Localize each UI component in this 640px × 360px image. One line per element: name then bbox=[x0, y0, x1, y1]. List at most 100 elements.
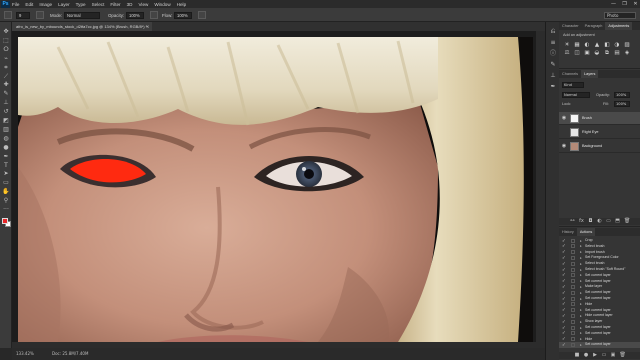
hand-tool[interactable]: ✋ bbox=[2, 188, 10, 195]
adjustment-icon-8[interactable]: ⚖ bbox=[563, 50, 571, 57]
menu-image[interactable]: Image bbox=[39, 2, 52, 7]
check-icon[interactable]: ✓ bbox=[562, 337, 567, 342]
tab-actions[interactable]: Actions bbox=[576, 228, 596, 236]
vertical-scrollbar[interactable] bbox=[536, 31, 545, 342]
airbrush-icon[interactable] bbox=[198, 11, 206, 19]
tab-adjustments[interactable]: Adjustments bbox=[605, 22, 633, 30]
check-icon[interactable]: ✓ bbox=[562, 250, 567, 255]
dialog-toggle-icon[interactable] bbox=[571, 325, 575, 330]
layers-footer-icon-6[interactable]: ⬒ bbox=[615, 219, 620, 224]
expand-arrow-icon[interactable]: ▸ bbox=[580, 308, 582, 313]
dialog-toggle-icon[interactable] bbox=[571, 273, 575, 278]
brush-panel-toggle-icon[interactable] bbox=[36, 11, 44, 19]
flow-field[interactable]: 100% bbox=[174, 11, 192, 19]
clone-panel-icon[interactable]: ⊥ bbox=[549, 72, 557, 79]
check-icon[interactable]: ✓ bbox=[562, 343, 567, 348]
actions-footer-icon-4[interactable]: ▭ bbox=[602, 353, 607, 358]
actions-footer-icon-1[interactable]: ■ bbox=[575, 353, 580, 358]
expand-arrow-icon[interactable]: ▸ bbox=[580, 320, 582, 325]
lasso-tool[interactable]: ⵔ bbox=[2, 46, 10, 53]
adjustment-icon-1[interactable]: ☀ bbox=[563, 42, 571, 49]
expand-arrow-icon[interactable]: ▸ bbox=[580, 250, 582, 255]
eye-icon[interactable] bbox=[561, 129, 567, 135]
layers-footer-icon-4[interactable]: ◐ bbox=[597, 219, 602, 224]
layer-row[interactable]: Right Eye bbox=[559, 126, 640, 139]
expand-arrow-icon[interactable]: ▸ bbox=[580, 337, 582, 342]
expand-arrow-icon[interactable]: ▸ bbox=[580, 244, 582, 249]
menu-3d[interactable]: 3D bbox=[127, 2, 133, 7]
minimize-button[interactable]: — bbox=[611, 1, 616, 7]
workspace-select[interactable]: Photo bbox=[604, 11, 636, 19]
clone-stamp-tool[interactable]: ⊥ bbox=[2, 99, 10, 106]
photo-canvas[interactable] bbox=[18, 37, 533, 342]
check-icon[interactable]: ✓ bbox=[562, 314, 567, 319]
document-info[interactable]: Doc: 25.8M/7.40M bbox=[52, 351, 88, 356]
history-panel-icon[interactable]: ⎌ bbox=[549, 28, 557, 35]
layer-kind-filter[interactable]: Kind bbox=[562, 82, 584, 88]
actions-footer-icon-3[interactable]: ▶ bbox=[593, 353, 598, 358]
adjustment-icon-11[interactable]: ◒ bbox=[593, 50, 601, 57]
zoom-tool[interactable]: ⚲ bbox=[2, 197, 10, 204]
check-icon[interactable]: ✓ bbox=[562, 268, 567, 273]
expand-arrow-icon[interactable]: ▸ bbox=[580, 331, 582, 336]
dialog-toggle-icon[interactable] bbox=[571, 267, 575, 272]
check-icon[interactable]: ✓ bbox=[562, 256, 567, 261]
paths-panel-icon[interactable]: ✒ bbox=[549, 83, 557, 90]
dialog-toggle-icon[interactable] bbox=[571, 290, 575, 295]
rectangle-tool[interactable]: ▭ bbox=[2, 179, 10, 186]
properties-panel-icon[interactable]: ≡ bbox=[549, 39, 557, 46]
tab-layers[interactable]: Layers bbox=[581, 70, 599, 78]
marquee-tool[interactable]: ⬚ bbox=[2, 37, 10, 44]
adjustment-icon-4[interactable]: ▲ bbox=[593, 42, 601, 49]
move-tool[interactable]: ✥ bbox=[2, 28, 10, 35]
adjustment-icon-13[interactable]: ▤ bbox=[613, 50, 621, 57]
layers-footer-icon-3[interactable]: ◘ bbox=[588, 219, 593, 224]
brush-panel-icon[interactable]: ✎ bbox=[549, 61, 557, 68]
menu-filter[interactable]: Filter bbox=[110, 2, 120, 7]
check-icon[interactable]: ✓ bbox=[562, 297, 567, 302]
adjustment-icon-2[interactable]: ▦ bbox=[573, 42, 581, 49]
tab-character[interactable]: Character bbox=[559, 22, 582, 30]
layers-footer-icon-1[interactable]: ⚯ bbox=[570, 219, 575, 224]
menu-edit[interactable]: Edit bbox=[25, 2, 33, 7]
dialog-toggle-icon[interactable] bbox=[571, 296, 575, 301]
crop-tool[interactable]: ⌗ bbox=[2, 64, 10, 71]
check-icon[interactable]: ✓ bbox=[562, 326, 567, 331]
expand-arrow-icon[interactable]: ▸ bbox=[580, 343, 582, 348]
fill-field[interactable]: 100% bbox=[614, 101, 630, 107]
action-item[interactable]: ✓ ▸ Set current layer bbox=[559, 342, 640, 349]
adjustment-icon-9[interactable]: ◫ bbox=[573, 50, 581, 57]
check-icon[interactable]: ✓ bbox=[562, 273, 567, 278]
mode-select[interactable]: Normal bbox=[64, 11, 100, 19]
expand-arrow-icon[interactable]: ▸ bbox=[580, 239, 582, 244]
dialog-toggle-icon[interactable] bbox=[571, 313, 575, 318]
expand-arrow-icon[interactable]: ▸ bbox=[580, 302, 582, 307]
dialog-toggle-icon[interactable] bbox=[571, 279, 575, 284]
expand-arrow-icon[interactable]: ▸ bbox=[580, 279, 582, 284]
healing-brush-tool[interactable]: ✚ bbox=[2, 81, 10, 88]
dialog-toggle-icon[interactable] bbox=[571, 261, 575, 266]
expand-arrow-icon[interactable]: ▸ bbox=[580, 285, 582, 290]
actions-footer-icon-6[interactable]: 🗑 bbox=[620, 353, 626, 358]
layers-footer-icon-7[interactable]: 🗑 bbox=[624, 219, 630, 224]
layers-footer-icon-5[interactable]: ▭ bbox=[606, 219, 611, 224]
check-icon[interactable]: ✓ bbox=[562, 331, 567, 336]
layer-row[interactable]: ◉ Background bbox=[559, 140, 640, 153]
pen-tool[interactable]: ✒ bbox=[2, 153, 10, 160]
dialog-toggle-icon[interactable] bbox=[571, 302, 575, 307]
expand-arrow-icon[interactable]: ▸ bbox=[580, 268, 582, 273]
dialog-toggle-icon[interactable] bbox=[571, 308, 575, 313]
canvas-area[interactable] bbox=[12, 31, 536, 342]
eye-icon[interactable]: ◉ bbox=[561, 143, 567, 149]
tab-history[interactable]: History bbox=[559, 228, 577, 236]
tab-channels[interactable]: Channels bbox=[559, 70, 581, 78]
more-tools[interactable]: ··· bbox=[2, 206, 10, 213]
adjustment-icon-10[interactable]: ▣ bbox=[583, 50, 591, 57]
tab-paragraph[interactable]: Paragraph bbox=[582, 22, 606, 30]
menu-file[interactable]: File bbox=[12, 2, 19, 7]
check-icon[interactable]: ✓ bbox=[562, 308, 567, 313]
menu-layer[interactable]: Layer bbox=[58, 2, 70, 7]
expand-arrow-icon[interactable]: ▸ bbox=[580, 297, 582, 302]
maximize-button[interactable]: ❐ bbox=[622, 1, 627, 7]
brush-tool-preset-icon[interactable] bbox=[4, 11, 12, 19]
